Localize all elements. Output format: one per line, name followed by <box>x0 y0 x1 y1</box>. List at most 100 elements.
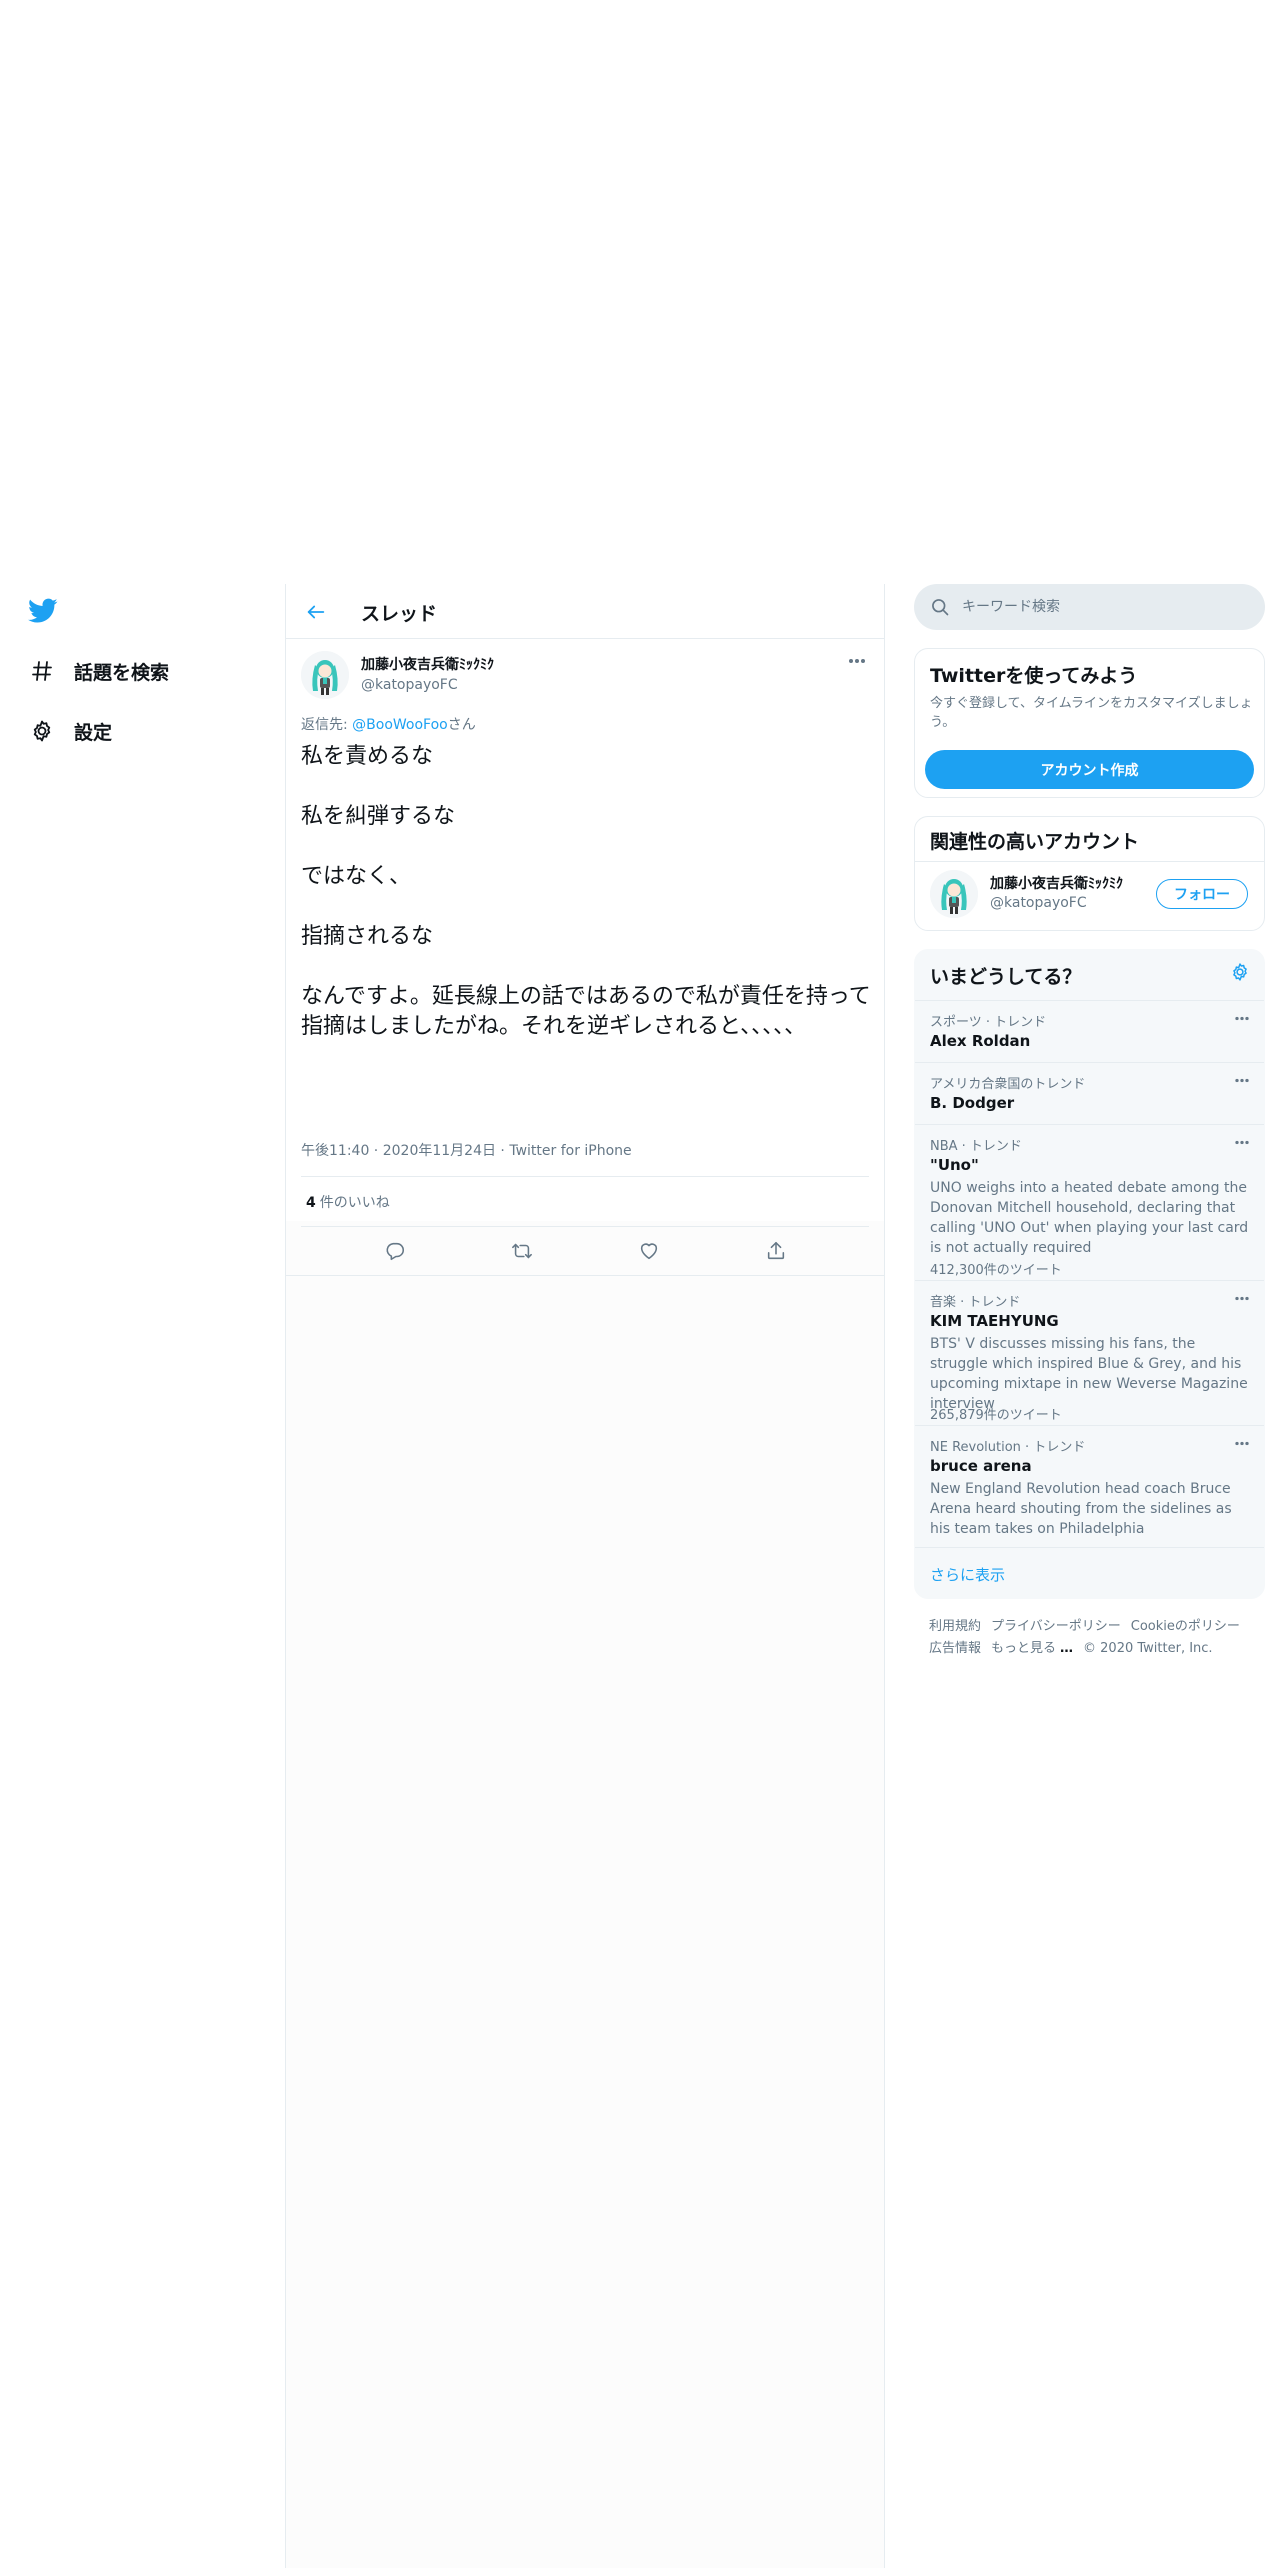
search-input[interactable] <box>962 584 1242 630</box>
divider <box>286 1275 884 1276</box>
like-button[interactable] <box>632 1234 666 1268</box>
tweet-time[interactable]: 午後11:40 <box>301 1143 369 1159</box>
avatar-image-icon <box>301 651 349 699</box>
trend-name: B. Dodger <box>930 1094 1015 1112</box>
thread-panel: スレッド 加藤小夜吉兵衛ﾐｯｸﾐｸ @katopayoFC 返信先: @BooW… <box>286 584 884 1276</box>
trend-tweet-count: 265,879件のツイート <box>930 1408 1062 1423</box>
share-button[interactable] <box>759 1234 793 1268</box>
trend-meta: アメリカ合衆国のトレンド <box>930 1077 1086 1092</box>
main-header: スレッド <box>286 584 884 639</box>
author-name[interactable]: 加藤小夜吉兵衛ﾐｯｸﾐｸ <box>361 654 494 674</box>
likes-count-link[interactable]: 4 件のいいね <box>306 1192 390 1212</box>
tweet-text: 私を責めるな 私を糾弾するな ではなく、 指摘されるな なんですよ。延長線上の話… <box>301 744 871 1039</box>
trend-name: "Uno" <box>930 1156 979 1174</box>
trend-item[interactable]: 音楽 · トレンド KIM TAEHYUNG BTS' V discusses … <box>915 1280 1264 1425</box>
author-handle[interactable]: @katopayoFC <box>361 677 458 693</box>
tweet-more-button[interactable] <box>845 651 869 671</box>
footer-links: 利用規約 プライバシーポリシー Cookieのポリシー 広告情報 もっと見る… © 20… <box>929 1616 1259 1660</box>
related-avatar[interactable] <box>930 870 978 918</box>
related-accounts-card: 関連性の高いアカウント 加藤小夜吉兵衛ﾐｯｸﾐｸ @katopayoFC フォロ… <box>914 816 1265 931</box>
tweet-actions <box>286 1227 884 1275</box>
more-dots-icon: … <box>1060 1641 1074 1656</box>
more-dots-icon <box>1235 1016 1249 1020</box>
tweet-date[interactable]: 2020年11月24日 <box>383 1143 496 1159</box>
reply-to-suffix: さん <box>447 717 476 733</box>
hashtag-icon <box>28 657 56 685</box>
trend-item[interactable]: NE Revolution · トレンド bruce arena New Eng… <box>915 1425 1264 1547</box>
footer-cookie-link[interactable]: Cookieのポリシー <box>1131 1619 1240 1634</box>
footer-ads-link[interactable]: 広告情報 <box>929 1641 981 1656</box>
trend-item[interactable]: NBA · トレンド "Uno" UNO weighs into a heate… <box>915 1124 1264 1280</box>
gear-icon <box>28 717 56 745</box>
back-arrow-icon <box>307 605 325 619</box>
more-dots-icon <box>1235 1441 1249 1445</box>
show-more-link[interactable]: さらに表示 <box>930 1564 1005 1585</box>
trend-meta: NE Revolution · トレンド <box>930 1440 1086 1455</box>
nav-explore-label: 話題を検索 <box>74 661 170 684</box>
reply-icon <box>385 1242 404 1261</box>
signup-card: Twitterを使ってみよう 今すぐ登録して、タイムラインをカスタマイズしましょ… <box>914 648 1265 798</box>
more-dots-icon <box>849 659 865 663</box>
twitter-logo-icon[interactable] <box>28 598 62 628</box>
main-column: スレッド 加藤小夜吉兵衛ﾐｯｸﾐｸ @katopayoFC 返信先: @BooW… <box>285 584 885 2568</box>
nav-explore[interactable]: 話題を検索 <box>28 651 169 691</box>
footer-terms-link[interactable]: 利用規約 <box>929 1619 981 1634</box>
retweet-icon <box>511 1243 532 1259</box>
reply-button[interactable] <box>378 1234 412 1268</box>
divider <box>301 1176 869 1177</box>
trend-more-button[interactable] <box>1232 1291 1252 1305</box>
reply-to-mention-link[interactable]: @BooWooFoo <box>352 717 448 733</box>
trend-meta: スポーツ · トレンド <box>930 1015 1047 1030</box>
tweet-meta: 午後11:40 · 2020年11月24日 · Twitter for iPho… <box>301 1143 632 1159</box>
trend-name: KIM TAEHYUNG <box>930 1312 1059 1330</box>
likes-count: 4 <box>306 1195 316 1211</box>
back-button[interactable] <box>300 596 332 628</box>
heart-icon <box>640 1243 657 1260</box>
trends-title: いまどうしてる？ <box>930 966 1082 988</box>
share-icon <box>767 1241 784 1260</box>
gear-icon <box>1233 963 1247 981</box>
avatar-image-icon <box>930 870 978 918</box>
divider <box>915 861 1264 862</box>
trend-more-button[interactable] <box>1232 1135 1252 1149</box>
tweet-source[interactable]: Twitter for iPhone <box>509 1143 631 1159</box>
footer-copyright: © 2020 Twitter, Inc. <box>1083 1641 1213 1656</box>
signup-title: Twitterを使ってみよう <box>930 665 1138 687</box>
more-dots-icon <box>1235 1078 1249 1082</box>
author-avatar[interactable] <box>301 651 349 699</box>
right-sidebar: Twitterを使ってみよう 今すぐ登録して、タイムラインをカスタマイズしましょ… <box>914 584 1265 1656</box>
trend-item[interactable]: アメリカ合衆国のトレンド B. Dodger <box>915 1062 1264 1124</box>
reply-to-prefix: 返信先: <box>301 717 353 733</box>
trend-more-button[interactable] <box>1232 1073 1252 1087</box>
more-dots-icon <box>1235 1140 1249 1144</box>
trends-settings-button[interactable] <box>1230 962 1250 986</box>
create-account-button[interactable]: アカウント作成 <box>925 750 1254 789</box>
trend-meta: NBA · トレンド <box>930 1139 1022 1154</box>
related-title: 関連性の高いアカウント <box>930 831 1140 853</box>
footer-more-label: もっと見る <box>991 1641 1057 1656</box>
nav-settings[interactable]: 設定 <box>28 711 112 751</box>
more-dots-icon <box>1235 1296 1249 1300</box>
trend-more-button[interactable] <box>1232 1011 1252 1025</box>
trend-description: UNO weighs into a heated debate among th… <box>930 1180 1249 1256</box>
follow-button[interactable]: フォロー <box>1156 879 1248 909</box>
footer-more-link[interactable]: もっと見る… <box>991 1641 1073 1656</box>
trends-card: いまどうしてる？ スポーツ · トレンド Alex Roldan アメリカ合衆国… <box>914 949 1265 1599</box>
trend-show-more-row: さらに表示 <box>915 1547 1264 1598</box>
trend-meta: 音楽 · トレンド <box>930 1295 1021 1310</box>
trend-item[interactable]: スポーツ · トレンド Alex Roldan <box>915 1000 1264 1062</box>
related-name[interactable]: 加藤小夜吉兵衛ﾐｯｸﾐｸ <box>990 873 1123 893</box>
page-title: スレッド <box>361 603 438 625</box>
page: 話題を検索 設定 スレッド 加藤小夜吉兵衛ﾐｯｸﾐｸ @katopayoFC 返… <box>0 0 1284 2568</box>
retweet-button[interactable] <box>505 1234 539 1268</box>
search-box[interactable] <box>914 584 1265 630</box>
trend-name: bruce arena <box>930 1457 1032 1475</box>
signup-body: 今すぐ登録して、タイムラインをカスタマイズしましょう。 <box>930 696 1253 730</box>
search-icon <box>932 599 949 616</box>
nav-settings-label: 設定 <box>74 721 113 744</box>
trend-description: BTS' V discusses missing his fans, the s… <box>930 1336 1248 1412</box>
trend-more-button[interactable] <box>1232 1436 1252 1450</box>
related-handle: @katopayoFC <box>990 895 1087 911</box>
footer-privacy-link[interactable]: プライバシーポリシー <box>991 1619 1121 1634</box>
trend-description: New England Revolution head coach Bruce … <box>930 1481 1232 1537</box>
